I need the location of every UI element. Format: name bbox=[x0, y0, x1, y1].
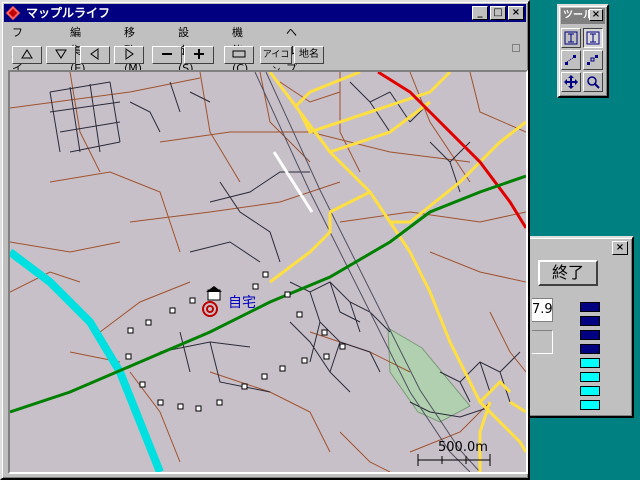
plus-icon bbox=[194, 49, 204, 59]
yellow-roads bbox=[268, 72, 526, 472]
move-arrows-icon bbox=[564, 75, 578, 89]
scroll-right-button[interactable] bbox=[114, 46, 144, 64]
end-button[interactable]: 終了 bbox=[538, 260, 598, 286]
text-cursor-alt-icon bbox=[586, 31, 600, 45]
text-tool-alt-button[interactable] bbox=[583, 28, 603, 48]
park-area bbox=[387, 327, 471, 423]
zoom-tool-button[interactable] bbox=[583, 72, 603, 92]
color-swatch-2[interactable] bbox=[580, 316, 600, 326]
text-tool-button[interactable] bbox=[561, 28, 581, 48]
zoom-out-button[interactable] bbox=[152, 46, 182, 64]
route-nodes-icon bbox=[565, 55, 576, 65]
move-tool-button[interactable] bbox=[561, 72, 581, 92]
arrow-right-icon bbox=[125, 48, 134, 60]
menu-move[interactable]: 移動(M) bbox=[124, 24, 142, 75]
map-view[interactable]: 自宅 500.0m bbox=[8, 70, 528, 474]
menu-settings[interactable]: 設定(S) bbox=[178, 24, 194, 75]
tool-palette-close-button[interactable]: × bbox=[589, 9, 603, 21]
minus-icon bbox=[162, 53, 172, 55]
main-title-bar[interactable]: マップルライフ _ □ × bbox=[4, 4, 526, 22]
zoom-in-button[interactable] bbox=[184, 46, 214, 64]
color-swatch-3[interactable] bbox=[580, 330, 600, 340]
value-input-box[interactable] bbox=[532, 330, 553, 354]
toolbar: アイコン 地名 bbox=[6, 44, 524, 76]
route-tool-button[interactable] bbox=[561, 50, 581, 70]
frame-button[interactable] bbox=[224, 46, 254, 64]
icon-toggle-button[interactable]: アイコン bbox=[260, 46, 292, 76]
rectangle-icon bbox=[232, 50, 246, 58]
route-nodes-alt-icon bbox=[587, 55, 598, 65]
home-label: 自宅 bbox=[228, 295, 256, 311]
close-button[interactable]: × bbox=[508, 6, 524, 20]
color-swatch-5[interactable] bbox=[580, 358, 600, 368]
place-name-toggle-button[interactable]: 地名 bbox=[294, 46, 324, 64]
menu-edit[interactable]: 編集(E) bbox=[70, 24, 86, 75]
arrow-up-icon bbox=[21, 49, 33, 59]
color-swatch-8[interactable] bbox=[580, 400, 600, 410]
window-title: マップルライフ bbox=[26, 6, 111, 20]
magnifier-icon bbox=[587, 76, 600, 89]
menu-help[interactable]: ヘルプ(H) bbox=[286, 24, 303, 93]
menu-file[interactable]: ファイル(F) bbox=[12, 24, 27, 111]
tool-palette-window: ツール × bbox=[557, 4, 609, 98]
scroll-down-button[interactable] bbox=[46, 46, 76, 64]
minimize-button[interactable]: _ bbox=[472, 6, 488, 20]
map-canvas[interactable] bbox=[10, 72, 526, 472]
menu-function[interactable]: 機能(C) bbox=[232, 24, 248, 75]
value-readout: 7.9 bbox=[532, 298, 553, 322]
arrow-left-icon bbox=[90, 48, 99, 60]
scale-label: 500.0m bbox=[438, 440, 488, 455]
color-swatch-6[interactable] bbox=[580, 372, 600, 382]
color-swatch-4[interactable] bbox=[580, 344, 600, 354]
scroll-up-button[interactable] bbox=[12, 46, 42, 64]
route-edit-tool-button[interactable] bbox=[583, 50, 603, 70]
text-cursor-icon bbox=[564, 31, 578, 45]
tool-palette-title-bar[interactable]: ツール × bbox=[561, 8, 605, 24]
color-swatch-1[interactable] bbox=[580, 302, 600, 312]
arrow-down-icon bbox=[55, 49, 67, 59]
side-panel-window: × 終了 7.9 bbox=[512, 236, 634, 418]
home-marker-icon[interactable] bbox=[202, 286, 222, 317]
maximize-button[interactable]: □ bbox=[490, 6, 506, 20]
color-swatch-7[interactable] bbox=[580, 386, 600, 396]
main-window: マップルライフ _ □ × ファイル(F) 編集(E) 移動(M) 設定(S) … bbox=[0, 0, 530, 480]
scroll-left-button[interactable] bbox=[80, 46, 110, 64]
app-diamond-icon[interactable] bbox=[5, 5, 21, 21]
toolbar-grip[interactable] bbox=[512, 44, 520, 52]
